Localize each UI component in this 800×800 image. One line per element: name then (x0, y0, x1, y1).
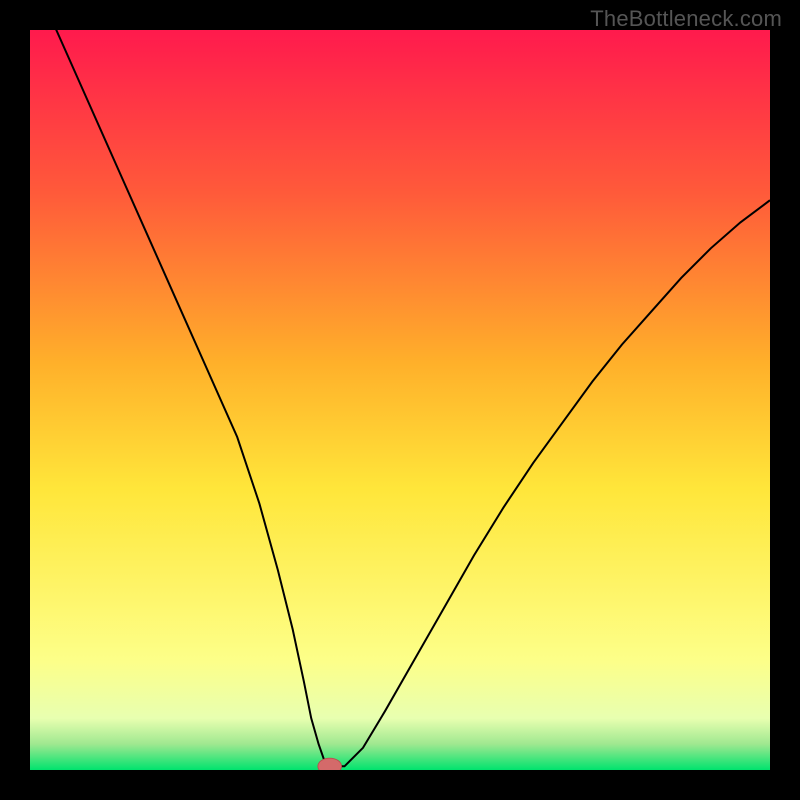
gradient-background (30, 30, 770, 770)
bottleneck-plot (30, 30, 770, 770)
watermark-text: TheBottleneck.com (590, 6, 782, 32)
chart-frame: TheBottleneck.com (0, 0, 800, 800)
